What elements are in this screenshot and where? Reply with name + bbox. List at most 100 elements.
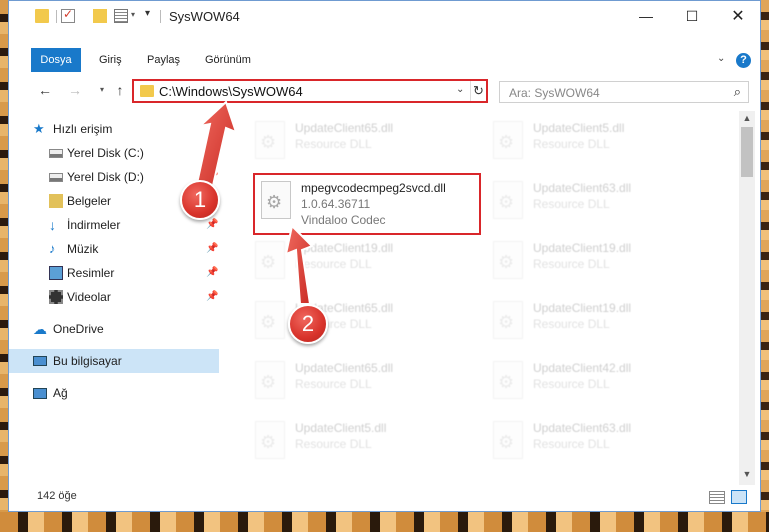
file-name: UpdateClient65.dll: [295, 121, 394, 135]
minimize-button[interactable]: —: [623, 1, 669, 32]
scroll-down-icon[interactable]: ▼: [739, 469, 755, 483]
file-type: Resource DLL: [533, 197, 610, 211]
pin-icon[interactable]: 📌: [206, 261, 218, 285]
sidebar-item-music[interactable]: ♪ Müzik 📌: [9, 237, 219, 261]
file-name: UpdateClient65.dll: [295, 361, 394, 375]
video-icon: [49, 290, 63, 304]
file-version: 1.0.64.36711: [301, 197, 371, 211]
quick-access-toolbar-icon[interactable]: [114, 9, 128, 23]
file-name: UpdateClient19.dll: [295, 241, 394, 255]
list-item[interactable]: UpdateClient65.dll Resource DLL: [245, 355, 475, 409]
back-arrow-icon[interactable]: ←: [36, 81, 54, 99]
file-description: Vindaloo Codec: [301, 213, 386, 227]
dll-file-icon: [493, 361, 523, 399]
sidebar-item-downloads[interactable]: ↓ İndirmeler 📌: [9, 213, 219, 237]
download-icon: ↓: [49, 217, 56, 233]
tab-file[interactable]: Dosya: [31, 48, 81, 72]
tab-view[interactable]: Görünüm: [195, 48, 261, 72]
up-arrow-icon[interactable]: ↑: [111, 81, 129, 99]
tiles-view-icon[interactable]: [731, 490, 747, 504]
navigation-pane: ★ Hızlı erişim Yerel Disk (C:) Yerel Dis…: [9, 111, 223, 481]
divider: [160, 10, 161, 23]
dll-file-icon: [493, 181, 523, 219]
list-item[interactable]: mpegvcodecmpeg2svcd.dll 1.0.64.36711 Vin…: [255, 177, 485, 231]
file-type: Resource DLL: [533, 257, 610, 271]
file-type: Resource DLL: [295, 377, 372, 391]
list-item[interactable]: UpdateClient42.dll Resource DLL: [483, 355, 713, 409]
tab-home[interactable]: Giriş: [89, 48, 132, 72]
sidebar-item-onedrive[interactable]: ☁ OneDrive: [9, 317, 219, 341]
dll-file-icon: [493, 121, 523, 159]
wallpaper-bottom: [0, 512, 769, 532]
forward-arrow-icon[interactable]: →: [66, 81, 84, 99]
sidebar-item-drive-c[interactable]: Yerel Disk (C:): [9, 141, 219, 165]
scroll-thumb[interactable]: [741, 127, 753, 177]
help-icon[interactable]: ?: [736, 53, 751, 68]
properties-check-icon[interactable]: [61, 7, 75, 23]
address-bar[interactable]: C:\Windows\SysWOW64 ⌄ ↻: [132, 79, 488, 103]
network-icon: [33, 388, 47, 399]
recent-locations-icon[interactable]: ▾: [93, 81, 111, 99]
expand-ribbon-icon[interactable]: ⌄: [717, 53, 725, 64]
sidebar-item-label: Belgeler: [67, 194, 112, 208]
sidebar-item-label: Hızlı erişim: [53, 122, 113, 136]
pin-icon[interactable]: 📌: [206, 285, 218, 309]
file-type: Resource DLL: [533, 317, 610, 331]
divider: [56, 10, 57, 23]
dll-file-icon: [255, 241, 285, 279]
file-name: UpdateClient42.dll: [533, 361, 632, 375]
sidebar-item-network[interactable]: Ağ: [9, 381, 219, 405]
sidebar-item-this-pc[interactable]: Bu bilgisayar: [9, 349, 219, 373]
pictures-icon: [49, 266, 63, 280]
list-item[interactable]: UpdateClient5.dll Resource DLL: [245, 415, 475, 469]
refresh-icon[interactable]: ↻: [470, 81, 486, 101]
list-item[interactable]: UpdateClient19.dll Resource DLL: [483, 235, 713, 289]
list-item[interactable]: UpdateClient65.dll Resource DLL: [245, 115, 475, 169]
tab-share[interactable]: Paylaş: [137, 48, 190, 72]
sidebar-item-label: Bu bilgisayar: [53, 354, 122, 368]
list-item[interactable]: UpdateClient63.dll Resource DLL: [483, 415, 713, 469]
vertical-scrollbar[interactable]: ▲ ▼: [739, 111, 755, 485]
list-item[interactable]: UpdateClient5.dll Resource DLL: [483, 115, 713, 169]
file-type: Resource DLL: [295, 437, 372, 451]
folder-icon[interactable]: [35, 9, 49, 23]
highlighted-file[interactable]: mpegvcodecmpeg2svcd.dll 1.0.64.36711 Vin…: [253, 173, 481, 235]
customize-toolbar-icon[interactable]: ▾: [145, 8, 150, 19]
details-view-icon[interactable]: [709, 491, 725, 504]
dll-file-icon: [493, 421, 523, 459]
scroll-up-icon[interactable]: ▲: [739, 113, 755, 127]
list-item[interactable]: UpdateClient19.dll Resource DLL: [245, 235, 475, 289]
close-button[interactable]: ✕: [715, 1, 761, 32]
file-list: UpdateClient65.dll Resource DLL UpdateCl…: [227, 111, 737, 481]
drive-icon: [49, 149, 63, 158]
sidebar-item-label: İndirmeler: [67, 218, 121, 232]
list-item[interactable]: UpdateClient65.dll Resource DLL: [245, 295, 475, 349]
new-folder-icon[interactable]: [93, 9, 107, 23]
sidebar-item-videos[interactable]: Videolar 📌: [9, 285, 219, 309]
file-name: UpdateClient63.dll: [533, 421, 632, 435]
wallpaper-left: [0, 0, 8, 532]
maximize-button[interactable]: ☐: [669, 1, 715, 32]
list-item[interactable]: UpdateClient63.dll Resource DLL: [483, 175, 713, 229]
search-input[interactable]: Ara: SysWOW64 ⌕: [499, 81, 749, 103]
list-item[interactable]: UpdateClient19.dll Resource DLL: [483, 295, 713, 349]
status-bar: 142 öğe: [9, 485, 760, 511]
sidebar-item-label: Ağ: [53, 386, 68, 400]
sidebar-item-label: Yerel Disk (C:): [67, 146, 144, 160]
window-title: SysWOW64: [169, 9, 240, 24]
dll-file-icon: [255, 421, 285, 459]
sidebar-item-label: Yerel Disk (D:): [67, 170, 144, 184]
item-count: 142 öğe: [37, 490, 77, 502]
sidebar-item-pictures[interactable]: Resimler 📌: [9, 261, 219, 285]
file-type: Resource DLL: [295, 137, 372, 151]
pin-icon[interactable]: 📌: [206, 237, 218, 261]
wallpaper-right: [761, 0, 769, 532]
sidebar-item-label: OneDrive: [53, 322, 104, 336]
chevron-down-icon[interactable]: ⌄: [456, 84, 464, 95]
address-path[interactable]: C:\Windows\SysWOW64: [159, 84, 303, 99]
ribbon-tabs: Dosya Giriş Paylaş Görünüm ⌄ ?: [9, 48, 760, 72]
chevron-down-icon[interactable]: ▾: [131, 10, 135, 19]
sidebar-item-quick-access[interactable]: ★ Hızlı erişim: [9, 117, 219, 141]
search-icon[interactable]: ⌕: [734, 84, 741, 100]
dll-file-icon: [255, 361, 285, 399]
